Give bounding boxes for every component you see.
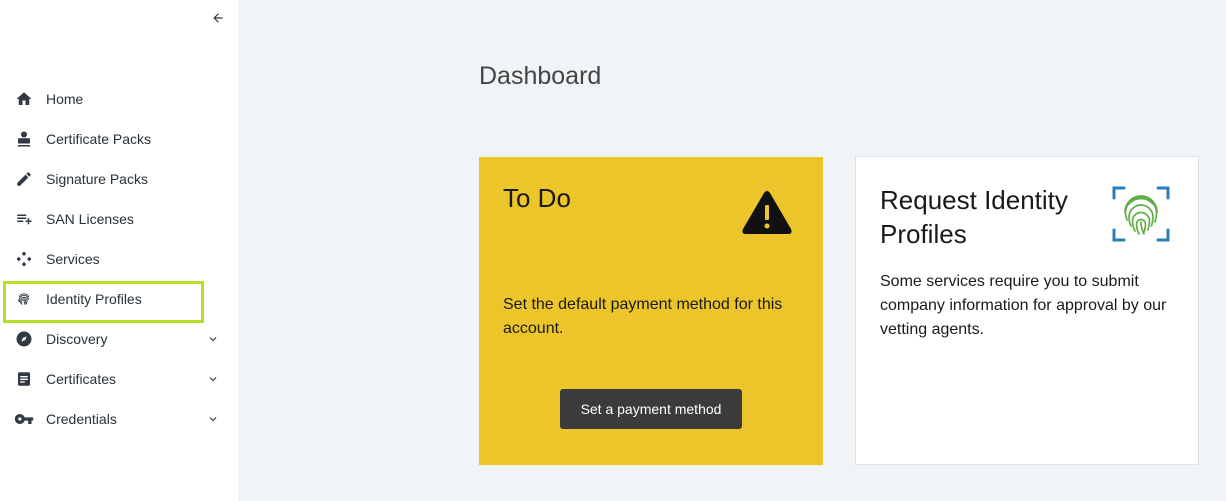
collapse-sidebar-button[interactable] (209, 9, 227, 27)
document-icon (14, 369, 34, 389)
sidebar-item-label: Services (46, 251, 100, 267)
page-title: Dashboard (479, 62, 602, 90)
sidebar-item-label: Discovery (46, 331, 108, 347)
key-icon (14, 409, 34, 429)
set-payment-method-button[interactable]: Set a payment method (560, 389, 742, 429)
stamp-icon (14, 129, 34, 149)
sidebar-item-label: Certificates (46, 371, 117, 387)
sidebar-item-credentials[interactable]: Credentials (0, 399, 238, 439)
sidebar-item-identity-profiles[interactable]: Identity Profiles (0, 279, 238, 323)
chevron-down-icon[interactable] (205, 331, 221, 347)
todo-card: To Do Set the default payment method for… (479, 157, 823, 465)
request-card-title: Request Identity Profiles (880, 185, 1068, 249)
arrow-left-icon (213, 13, 223, 23)
sidebar-item-signature-packs[interactable]: Signature Packs (0, 159, 238, 199)
pencil-icon (14, 169, 34, 189)
sidebar: Home Certificate Packs Signature Packs S… (0, 0, 238, 501)
playlist-add-icon (14, 209, 34, 229)
sidebar-item-label: Credentials (46, 411, 117, 427)
request-card-description: Some services require you to submit comp… (880, 273, 1167, 338)
sidebar-item-certificate-packs[interactable]: Certificate Packs (0, 119, 238, 159)
sidebar-item-label: Home (46, 91, 84, 107)
sidebar-item-san-licenses[interactable]: SAN Licenses (0, 199, 238, 239)
todo-card-description: Set the default payment method for this … (503, 296, 783, 337)
chevron-down-icon[interactable] (205, 371, 221, 387)
sidebar-item-certificates[interactable]: Certificates (0, 359, 238, 399)
fingerprint-icon (14, 289, 34, 309)
sidebar-item-label: Signature Packs (46, 171, 148, 187)
sidebar-item-services[interactable]: Services (0, 239, 238, 279)
sidebar-item-label: Identity Profiles (46, 291, 142, 307)
sidebar-nav: Home Certificate Packs Signature Packs S… (0, 79, 238, 439)
home-icon (14, 89, 34, 109)
sidebar-item-home[interactable]: Home (0, 79, 238, 119)
compass-icon (14, 329, 34, 349)
services-icon (14, 249, 34, 269)
warning-icon (742, 191, 792, 234)
sidebar-item-label: Certificate Packs (46, 131, 152, 147)
fingerprint-scan-icon (1112, 186, 1170, 242)
chevron-down-icon[interactable] (205, 411, 221, 427)
sidebar-item-discovery[interactable]: Discovery (0, 319, 238, 359)
sidebar-item-label: SAN Licenses (46, 211, 134, 227)
todo-card-title: To Do (503, 183, 571, 213)
request-identity-profiles-card[interactable]: Request Identity Profiles Some services … (855, 156, 1199, 465)
